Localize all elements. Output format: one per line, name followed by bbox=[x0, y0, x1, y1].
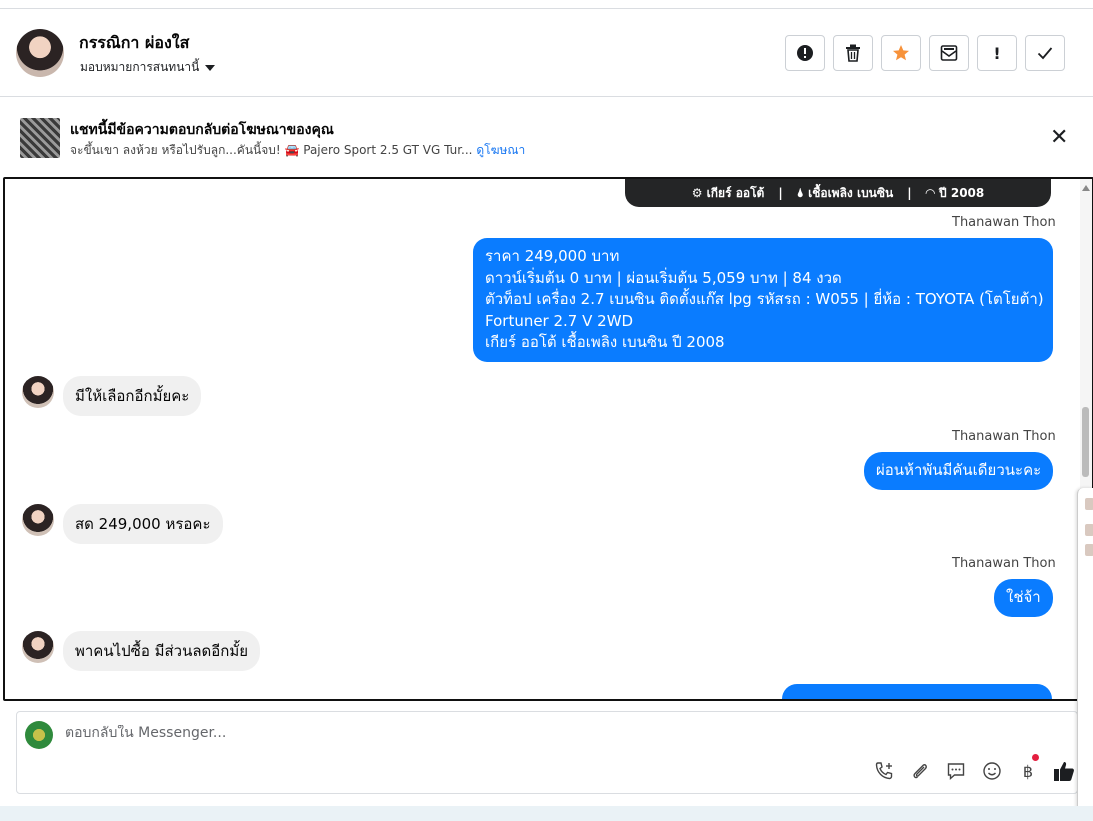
payment-button[interactable]: ฿ bbox=[1017, 760, 1039, 782]
composer-tools: ฿ bbox=[873, 760, 1075, 782]
saved-replies-button[interactable] bbox=[945, 760, 967, 782]
mini-avatar bbox=[1085, 524, 1093, 536]
card-separator: | bbox=[907, 186, 912, 200]
message-thread[interactable]: ⚙ เกียร์ ออโต้ | 🌢 เชื้อเพลิง เบนซิน | ◠… bbox=[3, 177, 1093, 701]
vehicle-card-footer: ⚙ เกียร์ ออโต้ | 🌢 เชื้อเพลิง เบนซิน | ◠… bbox=[625, 179, 1051, 207]
payment-notification-dot bbox=[1032, 754, 1039, 761]
page-avatar bbox=[25, 721, 53, 749]
call-button[interactable] bbox=[873, 760, 895, 782]
baht-payment-icon: ฿ bbox=[1022, 761, 1034, 781]
card-separator: | bbox=[778, 186, 783, 200]
scrollbar-thumb[interactable] bbox=[1082, 407, 1089, 477]
card-gear: ⚙ เกียร์ ออโต้ bbox=[691, 185, 765, 200]
reply-composer: ฿ bbox=[16, 711, 1078, 794]
contact-avatar-small[interactable] bbox=[22, 504, 54, 536]
inbox-conversation: กรรณิกา ผ่องใส มอบหมายการสนทนานี้ ! แชทน… bbox=[0, 0, 1093, 821]
scroll-up-icon[interactable] bbox=[1082, 185, 1090, 191]
card-fuel: 🌢 เชื้อเพลิง เบนซิน bbox=[796, 185, 894, 200]
ad-reply-banner: แชทนี้มีข้อความตอบกลับต่อโฆษณาของคุณ จะข… bbox=[0, 97, 1093, 177]
assign-label: มอบหมายการสนทนานี้ bbox=[80, 60, 200, 74]
star-icon bbox=[893, 45, 909, 61]
message-line: ราคา 249,000 บาท bbox=[485, 247, 620, 265]
message-bubble-outgoing-partial[interactable] bbox=[782, 684, 1052, 699]
view-ad-link[interactable]: ดูโฆษณา bbox=[476, 143, 525, 157]
ad-description: จะขึ้นเขา ลงห้วย หรือไปรับลูก...คันนี้จบ… bbox=[70, 143, 473, 157]
assign-conversation-dropdown[interactable]: มอบหมายการสนทนานี้ bbox=[80, 58, 216, 77]
report-button[interactable] bbox=[785, 35, 825, 71]
message-line: ดาวน์เริ่มต้น 0 บาท | ผ่อนเริ่มต้น 5,059… bbox=[485, 268, 842, 287]
delete-button[interactable] bbox=[833, 35, 873, 71]
close-banner-icon[interactable]: ✕ bbox=[1050, 125, 1068, 150]
like-button[interactable] bbox=[1053, 760, 1075, 782]
reply-input[interactable] bbox=[65, 725, 765, 741]
sender-name: Thanawan Thon bbox=[952, 215, 1056, 230]
attach-button[interactable] bbox=[909, 760, 931, 782]
thumbs-up-icon bbox=[1054, 762, 1074, 781]
emoji-icon bbox=[983, 762, 1001, 780]
contact-avatar[interactable] bbox=[16, 29, 64, 77]
emoji-button[interactable] bbox=[981, 760, 1003, 782]
caret-down-icon bbox=[205, 64, 216, 71]
contact-avatar-small[interactable] bbox=[22, 631, 54, 663]
sender-name: Thanawan Thon bbox=[952, 556, 1056, 571]
contact-name[interactable]: กรรณิกา ผ่องใส bbox=[79, 31, 189, 56]
mark-unread-button[interactable] bbox=[929, 35, 969, 71]
message-bubble-incoming[interactable]: พาคนไปซื้อ มีส่วนลดอีกมั้ย bbox=[63, 631, 261, 671]
side-panel-edge[interactable] bbox=[1077, 488, 1093, 821]
conversation-header: กรรณิกา ผ่องใส มอบหมายการสนทนานี้ ! bbox=[0, 9, 1093, 97]
important-icon: ! bbox=[993, 43, 1001, 63]
message-line: ตัวท็อป เครื่อง 2.7 เบนซิน ติดตั้งแก๊ส l… bbox=[485, 290, 1044, 308]
sender-name: Thanawan Thon bbox=[952, 429, 1056, 444]
mini-avatar bbox=[1085, 544, 1093, 556]
mark-unread-icon bbox=[940, 45, 958, 61]
done-icon bbox=[1037, 47, 1053, 60]
ad-thumbnail[interactable] bbox=[20, 118, 60, 158]
ad-banner-subtitle: จะขึ้นเขา ลงห้วย หรือไปรับลูก...คันนี้จบ… bbox=[70, 141, 525, 160]
message-bubble-outgoing[interactable]: ผ่อนห้าพันมีคันเดียวนะคะ bbox=[864, 452, 1054, 490]
report-icon bbox=[797, 45, 813, 61]
mini-avatar bbox=[1085, 498, 1093, 510]
important-button[interactable]: ! bbox=[977, 35, 1017, 71]
header-actions: ! bbox=[785, 35, 1065, 71]
phone-plus-icon bbox=[875, 762, 893, 780]
card-year: ◠ ปี 2008 bbox=[925, 185, 985, 200]
ad-banner-title: แชทนี้มีข้อความตอบกลับต่อโฆษณาของคุณ bbox=[70, 122, 334, 138]
attachment-icon bbox=[913, 764, 927, 779]
message-bubble-incoming[interactable]: มีให้เลือกอีกมั้ยคะ bbox=[63, 376, 202, 416]
contact-avatar-small[interactable] bbox=[22, 376, 54, 408]
message-bubble-incoming[interactable]: สด 249,000 หรอคะ bbox=[63, 504, 223, 544]
trash-icon bbox=[846, 44, 860, 62]
done-button[interactable] bbox=[1025, 35, 1065, 71]
message-bubble-outgoing[interactable]: ราคา 249,000 บาท ดาวน์เริ่มต้น 0 บาท | ผ… bbox=[473, 238, 1053, 362]
page-footer-band bbox=[0, 806, 1093, 821]
star-button[interactable] bbox=[881, 35, 921, 71]
saved-reply-icon bbox=[947, 763, 965, 781]
message-line: Fortuner 2.7 V 2WD bbox=[485, 311, 634, 330]
message-bubble-outgoing[interactable]: ใช่จ้า bbox=[994, 579, 1053, 617]
message-line: เกียร์ ออโต้ เชื้อเพลิง เบนซิน ปี 2008 bbox=[485, 333, 725, 351]
